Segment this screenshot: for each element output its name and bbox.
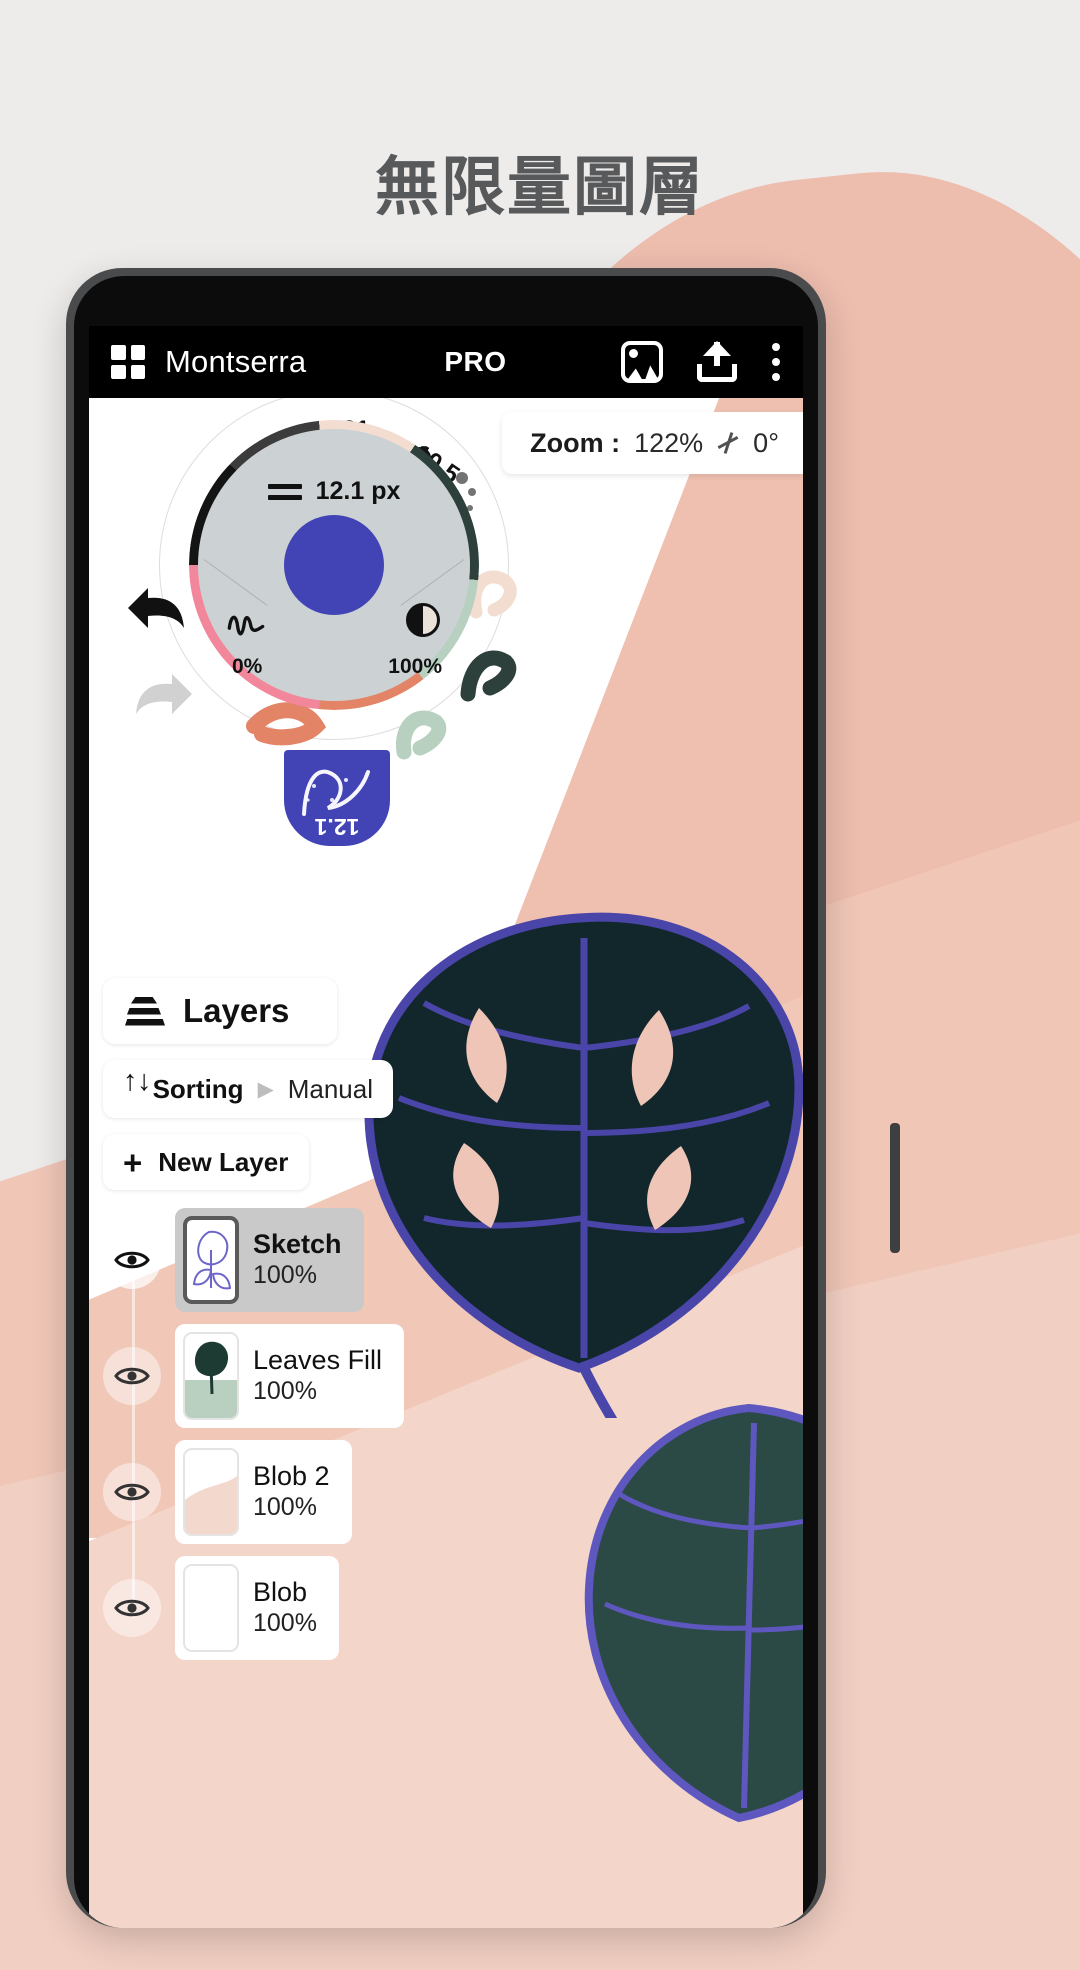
layers-panel-header[interactable]: Layers bbox=[103, 978, 337, 1044]
opacity-contrast-icon[interactable] bbox=[406, 603, 440, 637]
brush-wheel-hub[interactable]: 12.1 px 0% 100% bbox=[198, 429, 470, 701]
hub-spoke bbox=[203, 559, 268, 606]
zoom-value: 122% bbox=[634, 427, 704, 458]
layer-card[interactable]: Blob 100% bbox=[175, 1556, 339, 1660]
eye-icon bbox=[114, 1367, 150, 1385]
phone-power-button bbox=[890, 1123, 900, 1253]
layer-opacity: 100% bbox=[253, 1493, 317, 1522]
table-row[interactable]: Sketch 100% bbox=[103, 1208, 433, 1312]
layer-opacity: 100% bbox=[253, 1261, 317, 1290]
rotation-icon bbox=[717, 432, 739, 454]
opacity-max-label: 100% bbox=[388, 655, 442, 678]
eye-icon bbox=[114, 1483, 150, 1501]
overflow-menu-icon[interactable] bbox=[771, 343, 781, 381]
layer-visibility-toggle[interactable] bbox=[103, 1231, 161, 1289]
layer-thumbnail[interactable] bbox=[183, 1448, 239, 1536]
layer-visibility-toggle[interactable] bbox=[103, 1579, 161, 1637]
eye-icon bbox=[114, 1251, 150, 1269]
layers-panel: Layers Sorting ▶ Manual + New Layer bbox=[103, 978, 433, 1672]
sorting-control[interactable]: Sorting ▶ Manual bbox=[103, 1060, 393, 1118]
layer-card[interactable]: Leaves Fill 100% bbox=[175, 1324, 405, 1428]
page-headline: 無限量圖層 bbox=[375, 151, 705, 225]
undo-arrow-icon[interactable] bbox=[124, 584, 186, 636]
new-layer-label: New Layer bbox=[158, 1146, 289, 1177]
hub-spoke bbox=[400, 559, 465, 606]
layer-list: Sketch 100% Leaves Fill 100% Blob 2 100%… bbox=[103, 1208, 433, 1660]
table-row[interactable]: Leaves Fill 100% bbox=[103, 1324, 433, 1428]
smoothing-icon[interactable] bbox=[226, 609, 266, 639]
upload-icon[interactable] bbox=[695, 340, 739, 384]
layers-stack-icon bbox=[125, 996, 165, 1026]
layers-title: Layers bbox=[183, 992, 290, 1029]
layer-visibility-toggle[interactable] bbox=[103, 1463, 161, 1521]
layer-name: Blob bbox=[253, 1576, 308, 1607]
brush-preview-dark-green bbox=[460, 650, 517, 702]
layer-thumbnail[interactable] bbox=[183, 1216, 239, 1304]
image-icon[interactable] bbox=[621, 341, 663, 383]
pro-badge: PRO bbox=[444, 346, 507, 377]
new-layer-button[interactable]: + New Layer bbox=[103, 1134, 309, 1190]
layer-visibility-toggle[interactable] bbox=[103, 1347, 161, 1405]
redo-arrow-icon[interactable] bbox=[134, 670, 196, 722]
sorting-value: Manual bbox=[287, 1073, 373, 1104]
layer-opacity: 100% bbox=[253, 1377, 317, 1406]
grid-icon[interactable] bbox=[111, 345, 145, 379]
app-title: Montserra bbox=[165, 344, 307, 379]
table-row[interactable]: Blob 2 100% bbox=[103, 1440, 433, 1544]
brush-size-value: 12.1 px bbox=[315, 477, 401, 505]
brush-preview-sage bbox=[395, 710, 447, 760]
monstera-leaf-secondary bbox=[559, 1398, 803, 1838]
rotation-value: 0° bbox=[753, 427, 779, 458]
brush-size-icon bbox=[267, 483, 302, 500]
eye-icon bbox=[114, 1599, 150, 1617]
table-row[interactable]: Blob 100% bbox=[103, 1556, 433, 1660]
layer-card[interactable]: Blob 2 100% bbox=[175, 1440, 352, 1544]
layer-card[interactable]: Sketch 100% bbox=[175, 1208, 364, 1312]
phone-screen: Montserra PRO Zoom: 122% 0° 12.1 px 0% … bbox=[89, 326, 803, 1928]
chevron-right-icon: ▶ bbox=[257, 1077, 274, 1101]
layer-name: Blob 2 bbox=[253, 1460, 330, 1491]
opacity-min-label: 0% bbox=[232, 655, 263, 678]
sort-arrows-icon bbox=[123, 1067, 151, 1104]
phone-bezel: Montserra PRO Zoom: 122% 0° 12.1 px 0% … bbox=[74, 276, 818, 1928]
current-brush-value: 12.1 bbox=[314, 814, 360, 840]
layer-thumbnail[interactable] bbox=[183, 1564, 239, 1652]
layer-opacity: 100% bbox=[253, 1609, 317, 1638]
zoom-status-chip[interactable]: Zoom : 122% 0° bbox=[502, 412, 803, 474]
drawing-canvas[interactable]: Zoom : 122% 0° 8.2 21 10.5 bbox=[89, 398, 803, 1928]
layer-name: Sketch bbox=[253, 1228, 342, 1259]
brush-color-knob[interactable] bbox=[284, 515, 384, 615]
app-toolbar: Montserra PRO bbox=[89, 326, 803, 398]
sorting-label: Sorting bbox=[152, 1073, 244, 1104]
current-brush-chip[interactable]: 12.1 bbox=[284, 750, 390, 846]
layer-thumbnail[interactable] bbox=[183, 1332, 239, 1420]
phone-mockup: Montserra PRO Zoom: 122% 0° 12.1 px 0% … bbox=[66, 268, 900, 1928]
plus-icon: + bbox=[123, 1143, 143, 1181]
layer-name: Leaves Fill bbox=[253, 1344, 383, 1375]
brush-wheel[interactable]: 8.2 21 10.5 bbox=[124, 398, 544, 846]
